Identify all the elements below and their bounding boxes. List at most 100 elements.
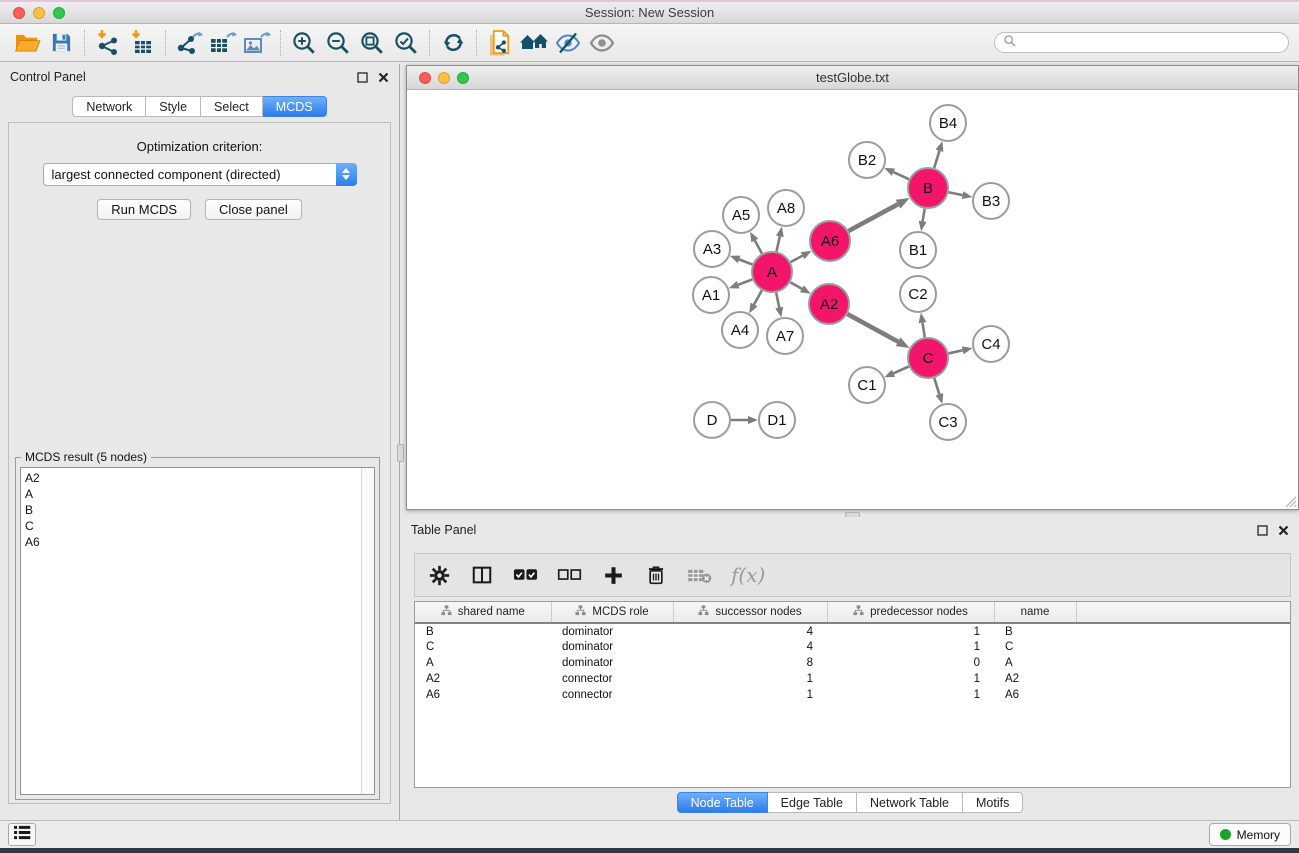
edge-A-A4[interactable] [754, 290, 762, 304]
network-maximize-button[interactable] [457, 72, 469, 84]
tab-motifs[interactable]: Motifs [963, 792, 1023, 813]
node-A1[interactable]: A1 [693, 277, 729, 313]
cell-predecessor-nodes[interactable]: 1 [827, 639, 994, 655]
edge-C-C3[interactable] [934, 378, 939, 394]
cell-mcds-role[interactable]: connector [551, 687, 673, 703]
tab-style[interactable]: Style [146, 96, 201, 117]
node-C1[interactable]: C1 [849, 367, 885, 403]
table-row-c[interactable]: Cdominator41C [415, 639, 1290, 655]
cell-mcds-role[interactable]: dominator [551, 655, 673, 671]
cell-predecessor-nodes[interactable]: 1 [827, 623, 994, 639]
zoom-fit-icon[interactable] [355, 28, 389, 58]
cell-mcds-role[interactable]: dominator [551, 623, 673, 639]
cell-shared-name[interactable]: A [415, 655, 551, 671]
cell-successor-nodes[interactable]: 1 [673, 687, 827, 703]
cell-mcds-role[interactable]: dominator [551, 639, 673, 655]
edge-A-A3[interactable] [739, 259, 752, 264]
deselect-all-rows-icon[interactable] [557, 561, 582, 589]
close-panel-button[interactable]: Close panel [205, 199, 302, 220]
tab-node-table[interactable]: Node Table [677, 792, 768, 813]
result-list-scrollbar[interactable] [361, 468, 374, 794]
node-A6[interactable]: A6 [810, 221, 850, 261]
table-row-a[interactable]: Adominator80A [415, 655, 1290, 671]
maximize-window-button[interactable] [53, 7, 65, 19]
show-columns-icon[interactable] [470, 561, 494, 589]
edge-A6-B[interactable] [848, 204, 898, 231]
minimize-window-button[interactable] [33, 7, 45, 19]
mcds-result-list[interactable]: A2ABCA6 [20, 467, 375, 795]
export-image-icon[interactable] [240, 28, 274, 58]
node-B4[interactable]: B4 [930, 105, 966, 141]
edge-C-C1[interactable] [894, 366, 909, 373]
column-header-successor-nodes[interactable]: successor nodes [673, 602, 827, 623]
node-B[interactable]: B [908, 168, 948, 208]
column-header-shared-name[interactable]: shared name [415, 602, 551, 623]
cell-shared-name[interactable]: A6 [415, 687, 551, 703]
cell-shared-name[interactable]: A2 [415, 671, 551, 687]
column-header-name[interactable]: name [994, 602, 1076, 623]
node-C4[interactable]: C4 [973, 326, 1009, 362]
panel-menu-button[interactable] [8, 823, 36, 846]
table-row-b[interactable]: Bdominator41B [415, 623, 1290, 639]
cell-name[interactable]: A [994, 655, 1076, 671]
cell-predecessor-nodes[interactable]: 0 [827, 655, 994, 671]
refresh-view-icon[interactable] [436, 28, 470, 58]
node-D1[interactable]: D1 [759, 402, 795, 438]
run-mcds-button[interactable]: Run MCDS [97, 199, 191, 220]
zoom-in-icon[interactable] [287, 28, 321, 58]
table-row-a6[interactable]: A6connector11A6 [415, 687, 1290, 703]
edge-A-A6[interactable] [791, 256, 803, 262]
edge-B-B3[interactable] [949, 192, 963, 195]
zoom-selected-icon[interactable] [389, 28, 423, 58]
node-D[interactable]: D [694, 402, 730, 438]
close-window-button[interactable] [13, 7, 25, 19]
cell-name[interactable]: A2 [994, 671, 1076, 687]
cell-predecessor-nodes[interactable]: 1 [827, 687, 994, 703]
export-network-icon[interactable] [172, 28, 206, 58]
network-close-button[interactable] [419, 72, 431, 84]
edge-C-C2[interactable] [922, 323, 924, 338]
cell-mcds-role[interactable]: connector [551, 671, 673, 687]
node-A8[interactable]: A8 [768, 190, 804, 226]
tab-select[interactable]: Select [201, 96, 263, 117]
import-network-icon[interactable] [91, 28, 125, 58]
node-C[interactable]: C [908, 338, 948, 378]
node-B3[interactable]: B3 [973, 183, 1009, 219]
network-minimize-button[interactable] [438, 72, 450, 84]
memory-button[interactable]: Memory [1209, 823, 1291, 846]
tab-network-table[interactable]: Network Table [857, 792, 963, 813]
cell-shared-name[interactable]: C [415, 639, 551, 655]
node-B2[interactable]: B2 [849, 142, 885, 178]
cell-successor-nodes[interactable]: 4 [673, 623, 827, 639]
open-file-icon[interactable] [10, 28, 44, 58]
search-input[interactable] [1021, 36, 1280, 50]
edge-A-A8[interactable] [776, 236, 779, 251]
float-panel-icon[interactable] [357, 72, 368, 83]
tab-mcds[interactable]: MCDS [263, 96, 327, 117]
result-item-c[interactable]: C [21, 518, 374, 534]
result-item-a2[interactable]: A2 [21, 470, 374, 486]
node-A5[interactable]: A5 [723, 197, 759, 233]
show-graphics-details-icon[interactable] [585, 28, 619, 58]
node-A[interactable]: A [752, 252, 792, 292]
cell-predecessor-nodes[interactable]: 1 [827, 671, 994, 687]
cell-name[interactable]: C [994, 639, 1076, 655]
cell-name[interactable]: B [994, 623, 1076, 639]
edge-B-B4[interactable] [934, 151, 939, 168]
edge-A-A7[interactable] [776, 293, 779, 308]
resize-grip-icon[interactable] [1285, 496, 1297, 508]
node-B1[interactable]: B1 [900, 232, 936, 268]
edge-C-C4[interactable] [948, 350, 962, 353]
save-session-icon[interactable] [44, 28, 78, 58]
search-field[interactable] [994, 32, 1289, 53]
cell-name[interactable]: A6 [994, 687, 1076, 703]
tab-edge-table[interactable]: Edge Table [768, 792, 857, 813]
home-views-icon[interactable] [517, 28, 551, 58]
close-panel-icon[interactable] [378, 72, 389, 83]
add-column-icon[interactable] [601, 561, 625, 589]
table-settings-icon[interactable] [427, 561, 451, 589]
edge-B-B2[interactable] [893, 172, 909, 179]
tab-network[interactable]: Network [72, 96, 146, 117]
delete-columns-icon[interactable] [644, 561, 668, 589]
network-canvas[interactable]: B4B2BB3A8A5A6A3B1AC2A1A2A4A7C4CC1C3DD1 [407, 91, 1298, 509]
